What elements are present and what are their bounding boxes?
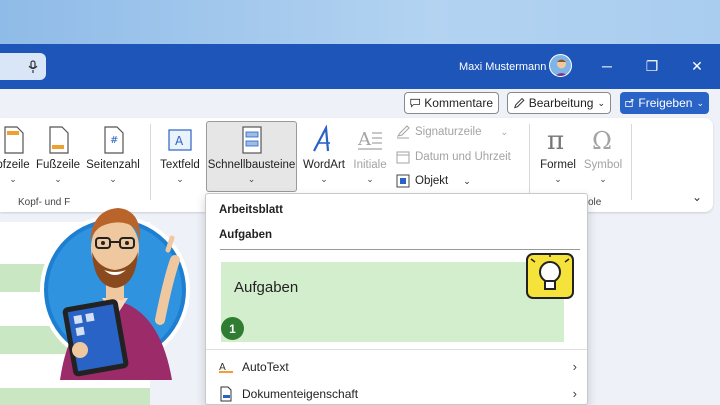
drop-cap-icon: A	[357, 129, 382, 150]
editing-mode-button[interactable]: Bearbeitung ⌄	[507, 92, 611, 114]
wordart-icon	[313, 125, 330, 152]
symbol-button[interactable]: Ω Symbol ⌄	[582, 125, 624, 185]
chevron-down-icon: ⌄	[54, 174, 62, 184]
pen-icon	[514, 97, 525, 108]
date-time-button[interactable]: Datum und Uhrzeit	[396, 150, 511, 164]
share-icon	[625, 98, 634, 108]
number-badge: 1	[221, 317, 244, 340]
object-button[interactable]: Objekt ⌄	[396, 174, 471, 188]
comments-label: Kommentare	[424, 96, 493, 110]
svg-text:A: A	[357, 129, 372, 150]
preview-title: Aufgaben	[234, 279, 299, 296]
ribbon-separator	[150, 124, 151, 200]
quick-parts-button[interactable]: Schnellbausteine ⌄	[206, 121, 297, 192]
object-icon	[396, 174, 410, 188]
preview-box	[221, 262, 564, 342]
equation-button[interactable]: π Formel ⌄	[536, 125, 580, 185]
wordart-button[interactable]: WordArt ⌄	[300, 125, 348, 185]
chevron-down-icon: ⌄	[696, 97, 704, 108]
signature-line-button[interactable]: Signaturzeile ⌄	[396, 125, 508, 139]
textbox-button[interactable]: A Textfeld ⌄	[157, 125, 203, 185]
quick-parts-icon	[241, 126, 262, 154]
header-button[interactable]: pfzeile ⌄	[0, 125, 34, 185]
svg-text:A: A	[175, 134, 184, 148]
restore-button[interactable]: ❐	[639, 55, 665, 77]
chevron-down-icon: ⌄	[554, 174, 562, 184]
building-block-preview[interactable]: Aufgaben	[220, 249, 580, 345]
lightbulb-icon	[526, 253, 574, 299]
table-row	[0, 388, 150, 405]
avatar[interactable]	[549, 54, 572, 77]
comment-icon	[410, 98, 420, 108]
chevron-down-icon: ⌄	[247, 174, 256, 184]
chevron-down-icon: ⌄	[500, 126, 509, 137]
svg-text:Ω: Ω	[592, 127, 612, 155]
autotext-icon: A	[219, 362, 233, 373]
microphone-icon[interactable]	[28, 59, 38, 74]
signature-icon	[396, 125, 410, 139]
minimize-button[interactable]: ─	[594, 55, 620, 77]
pi-icon: π	[547, 126, 564, 155]
calendar-icon	[396, 151, 410, 164]
chevron-right-icon: ›	[572, 359, 577, 374]
editing-label: Bearbeitung	[528, 96, 594, 110]
share-button[interactable]: Freigeben ⌄	[620, 92, 709, 114]
user-name[interactable]: Maxi Mustermann	[459, 61, 546, 73]
document-property-icon	[220, 386, 232, 401]
menu-item-label: AutoText	[242, 359, 289, 374]
ribbon-collapse-icon[interactable]: ⌄	[692, 190, 702, 204]
ribbon-separator	[529, 124, 530, 200]
page-number-icon: #	[104, 126, 124, 154]
drop-cap-button[interactable]: A Initiale ⌄	[350, 125, 390, 185]
close-button[interactable]: ✕	[684, 55, 710, 77]
gallery-section-heading: Arbeitsblatt	[219, 204, 283, 216]
svg-text:π: π	[547, 126, 564, 155]
footer-button[interactable]: Fußzeile ⌄	[36, 125, 80, 185]
desktop-background	[0, 0, 720, 44]
share-label: Freigeben	[638, 96, 693, 110]
comments-button[interactable]: Kommentare	[404, 92, 499, 114]
header-icon	[4, 126, 24, 154]
quick-parts-dropdown: Arbeitsblatt Aufgaben Aufgaben 1 A AutoT…	[205, 193, 588, 405]
chevron-down-icon: ⌄	[597, 97, 605, 108]
menu-item-document-property[interactable]: Dokumenteigenschaft ›	[206, 380, 587, 405]
page-number-button[interactable]: # Seitenzahl ⌄	[85, 125, 141, 185]
chevron-down-icon: ⌄	[366, 174, 374, 184]
ribbon-separator	[631, 124, 632, 200]
chevron-down-icon: ⌄	[320, 174, 328, 184]
chevron-down-icon: ⌄	[176, 174, 184, 184]
menu-divider	[206, 349, 587, 350]
mascot-illustration	[40, 208, 190, 380]
gallery-item-title: Aufgaben	[219, 229, 273, 241]
chevron-right-icon: ›	[572, 386, 577, 401]
chevron-down-icon: ⌄	[9, 174, 17, 184]
textbox-icon: A	[168, 129, 192, 151]
chevron-down-icon: ⌄	[109, 174, 117, 184]
footer-icon	[49, 126, 69, 154]
omega-icon: Ω	[592, 127, 612, 155]
group-label-symbols: ole	[588, 197, 602, 208]
menu-item-label: Dokumenteigenschaft	[242, 386, 359, 401]
chevron-down-icon: ⌄	[463, 175, 471, 186]
svg-text:#: #	[110, 135, 118, 146]
chevron-down-icon: ⌄	[599, 174, 607, 184]
menu-item-autotext[interactable]: A AutoText ›	[206, 353, 587, 380]
search-box[interactable]	[0, 53, 46, 80]
